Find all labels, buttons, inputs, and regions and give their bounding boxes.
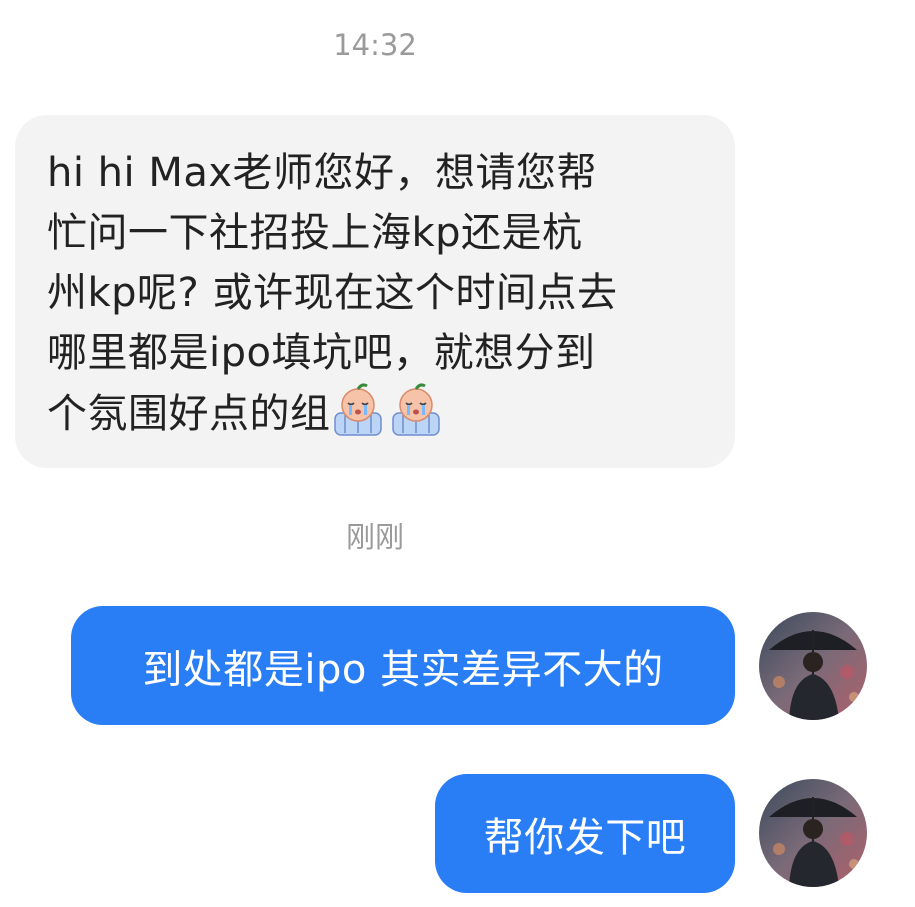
message-timestamp: 14:32 [333,28,417,62]
outgoing-message-text: 到处都是ipo 其实差异不大的 [142,646,664,693]
crying-emoji-icon [333,383,382,436]
avatar[interactable] [759,612,867,720]
outgoing-message-bubble[interactable]: 帮你发下吧 [435,774,735,893]
outgoing-message-bubble[interactable]: 到处都是ipo 其实差异不大的 [71,606,735,725]
outgoing-message-text: 帮你发下吧 [483,814,687,861]
emoji-group [331,383,447,441]
message-timestamp: 刚刚 [345,520,404,554]
avatar[interactable] [759,779,867,887]
user-avatar-image [759,612,867,720]
crying-emoji-icon [391,383,440,436]
incoming-message-bubble[interactable]: hi hi Max老师您好，想请您帮 忙问一下社招投上海kp还是杭 州kp呢? … [15,115,735,468]
chat-thread: 14:32 hi hi Max老师您好，想请您帮 忙问一下社招投上海kp还是杭 … [0,0,915,907]
user-avatar-image [759,779,867,887]
